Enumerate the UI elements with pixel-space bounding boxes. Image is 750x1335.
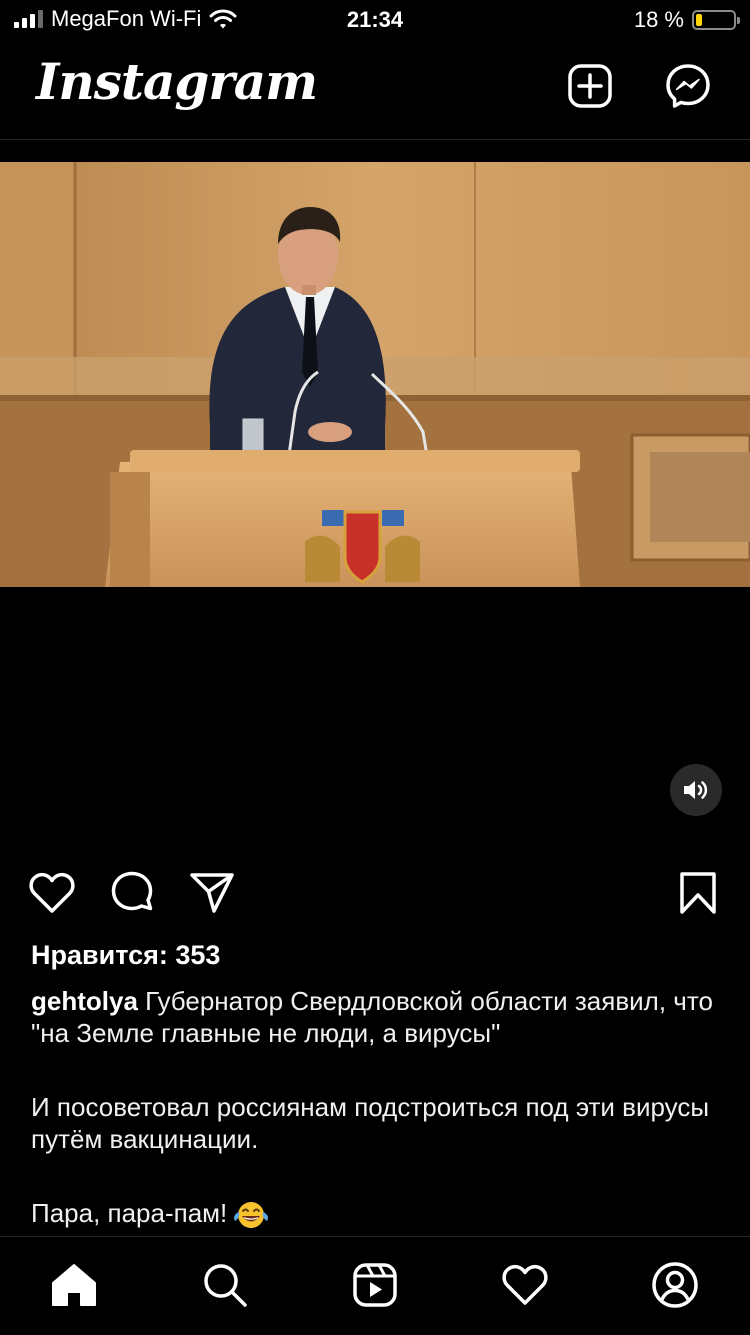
tab-reels[interactable] — [349, 1259, 401, 1311]
caption-text: Пара, пара-пам! — [31, 1198, 228, 1228]
caption-username[interactable]: gehtolya — [31, 986, 138, 1016]
new-post-icon — [567, 63, 613, 109]
video-letterbox[interactable] — [0, 587, 750, 850]
post-video[interactable] — [0, 162, 750, 587]
new-post-button[interactable] — [566, 62, 614, 110]
tab-activity[interactable] — [499, 1259, 551, 1311]
caption-paragraph: Пара, пара-пам! — [31, 1197, 731, 1230]
reels-icon — [352, 1262, 398, 1308]
caption-paragraph: И посоветовал россиянам подстроиться под… — [31, 1092, 710, 1154]
messenger-button[interactable] — [664, 62, 712, 110]
comment-icon — [109, 870, 155, 916]
heart-icon — [28, 871, 76, 915]
share-button[interactable] — [187, 868, 237, 918]
post-actions — [0, 864, 750, 922]
app-header: Instagram — [0, 44, 750, 140]
search-icon — [201, 1261, 249, 1309]
bookmark-icon — [679, 871, 717, 915]
post-caption: gehtolya Губернатор Свердловской области… — [31, 985, 731, 1230]
comment-button[interactable] — [107, 868, 157, 918]
status-right: 18 % — [633, 7, 740, 33]
tab-profile[interactable] — [649, 1259, 701, 1311]
battery-icon — [692, 10, 740, 30]
feed-spacer — [0, 140, 750, 162]
caption-paragraph: gehtolya Губернатор Свердловской области… — [31, 985, 731, 1049]
status-bar: MegaFon Wi-Fi 21:34 18 % — [0, 0, 750, 44]
save-button[interactable] — [673, 868, 723, 918]
home-icon — [50, 1262, 98, 1308]
instagram-logo[interactable]: Instagram — [36, 52, 318, 111]
tab-home[interactable] — [48, 1259, 100, 1311]
speaker-icon — [682, 778, 710, 802]
battery-fill — [696, 14, 703, 26]
profile-icon — [651, 1261, 699, 1309]
battery-percent: 18 % — [633, 7, 684, 32]
likes-count[interactable]: Нравится: 353 — [31, 940, 220, 971]
caption-gap — [31, 1155, 731, 1197]
heart-icon — [501, 1263, 549, 1307]
tears-of-joy-emoji-icon — [233, 1200, 269, 1230]
caption-gap — [31, 1049, 731, 1091]
tab-search[interactable] — [199, 1259, 251, 1311]
messenger-icon — [665, 63, 711, 109]
sound-toggle-button[interactable] — [670, 764, 722, 816]
video-frame-illustration — [0, 162, 750, 587]
bottom-tab-bar — [0, 1236, 750, 1335]
send-icon — [189, 871, 235, 915]
like-button[interactable] — [27, 868, 77, 918]
